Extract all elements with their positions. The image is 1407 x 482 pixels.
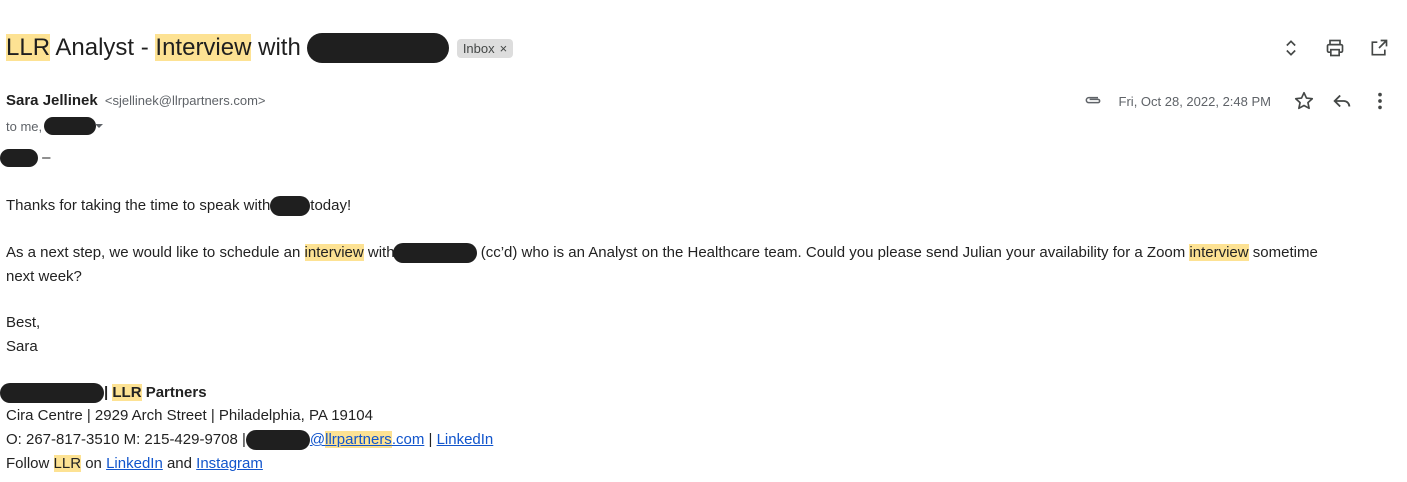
sender-name[interactable]: Sara Jellinek [6,92,98,109]
sender-line: Sara Jellinek <sjellinek@llrpartners.com… [6,92,266,109]
linkedin-link-1[interactable]: LinkedIn [437,431,494,448]
remove-label-icon[interactable]: × [500,41,508,56]
inbox-label-chip[interactable]: Inbox × [456,38,514,58]
redacted-recipient [44,117,97,135]
next-step-with: with [363,244,395,261]
signature-address: Cira Centre | 2929 Arch Street | Philade… [6,407,373,424]
message-date: Fri, Oct 28, 2022, 2:48 PM [1118,93,1271,109]
next-step-text-d: sometime [1248,244,1318,261]
next-step-text-c: (cc’d) who is an Analyst on the Healthca… [476,244,1190,261]
redacted-signature-name [0,383,104,404]
thanks-today: today! [310,197,352,214]
subject-analyst: Analyst - [50,34,156,61]
sender-email: <sjellinek@llrpartners.com> [104,93,266,108]
highlight-interview-1: interview [304,244,364,261]
print-icon[interactable] [1323,36,1347,60]
to-me-label: to me, [6,118,43,134]
subject-with: with [251,34,301,61]
signature-partners: Partners [141,384,207,401]
inbox-label-text: Inbox [462,40,495,56]
follow-llr-highlight: LLR [53,455,82,472]
thread-actions [1279,36,1391,60]
subject-highlight-llr: LLR [6,34,51,61]
closing-best: Best, [6,314,41,331]
next-step-line: As a next step, we would like to schedul… [6,241,1318,265]
contact-pipe: | [424,431,437,448]
highlight-interview-2: interview [1189,244,1249,261]
redacted-greeting-name [0,149,38,168]
open-in-new-icon[interactable] [1367,36,1391,60]
signature-phones: O: 267-817-3510 M: 215-429-9708 | [6,431,246,448]
follow-line: Follow LLR on LinkedIn and Instagram [6,452,263,476]
next-step-text-a: As a next step, we would like to schedul… [6,244,305,261]
paperclip-icon [1085,96,1100,104]
signature-llr-highlight: LLR [112,384,142,401]
star-icon[interactable] [1293,90,1315,112]
linkedin-link-2[interactable]: LinkedIn [106,455,163,472]
reply-icon[interactable] [1331,90,1353,112]
unfold-icon[interactable] [1279,36,1303,60]
signature-contact-line: O: 267-817-3510 M: 215-429-9708 | @llrpar… [6,428,493,452]
chevron-down-icon[interactable] [94,121,104,131]
redacted-name [306,33,449,63]
email-subject: LLR Analyst - Interview with Inbox × [6,30,514,66]
more-vert-icon[interactable] [1369,90,1391,112]
recipients-line[interactable]: to me, [6,117,104,135]
follow-and: and [162,455,197,472]
email-domain-highlight: llrpartners [325,431,392,448]
greeting-line: – [0,146,51,170]
greeting-dash: – [38,149,51,166]
thanks-line: Thanks for taking the time to speak with… [6,194,351,218]
email-at: @ [309,431,326,448]
redacted-speaker [270,196,311,217]
instagram-link[interactable]: Instagram [196,455,263,472]
next-week-line: next week? [6,268,82,285]
follow-text: Follow [6,455,54,472]
subject-highlight-interview: Interview [155,34,252,61]
redacted-analyst-name [392,243,477,264]
thanks-text: Thanks for taking the time to speak with [6,197,271,214]
closing-sara: Sara [6,338,38,355]
email-tld: .com [391,431,425,448]
signature-email-link[interactable]: @llrpartners.com [310,431,424,448]
redacted-email-user [245,430,310,451]
subject-title: LLR Analyst - Interview with [6,34,301,62]
signature-name-line: | LLR Partners [0,381,207,405]
follow-on: on [81,455,107,472]
message-meta: Fri, Oct 28, 2022, 2:48 PM [1083,90,1391,112]
